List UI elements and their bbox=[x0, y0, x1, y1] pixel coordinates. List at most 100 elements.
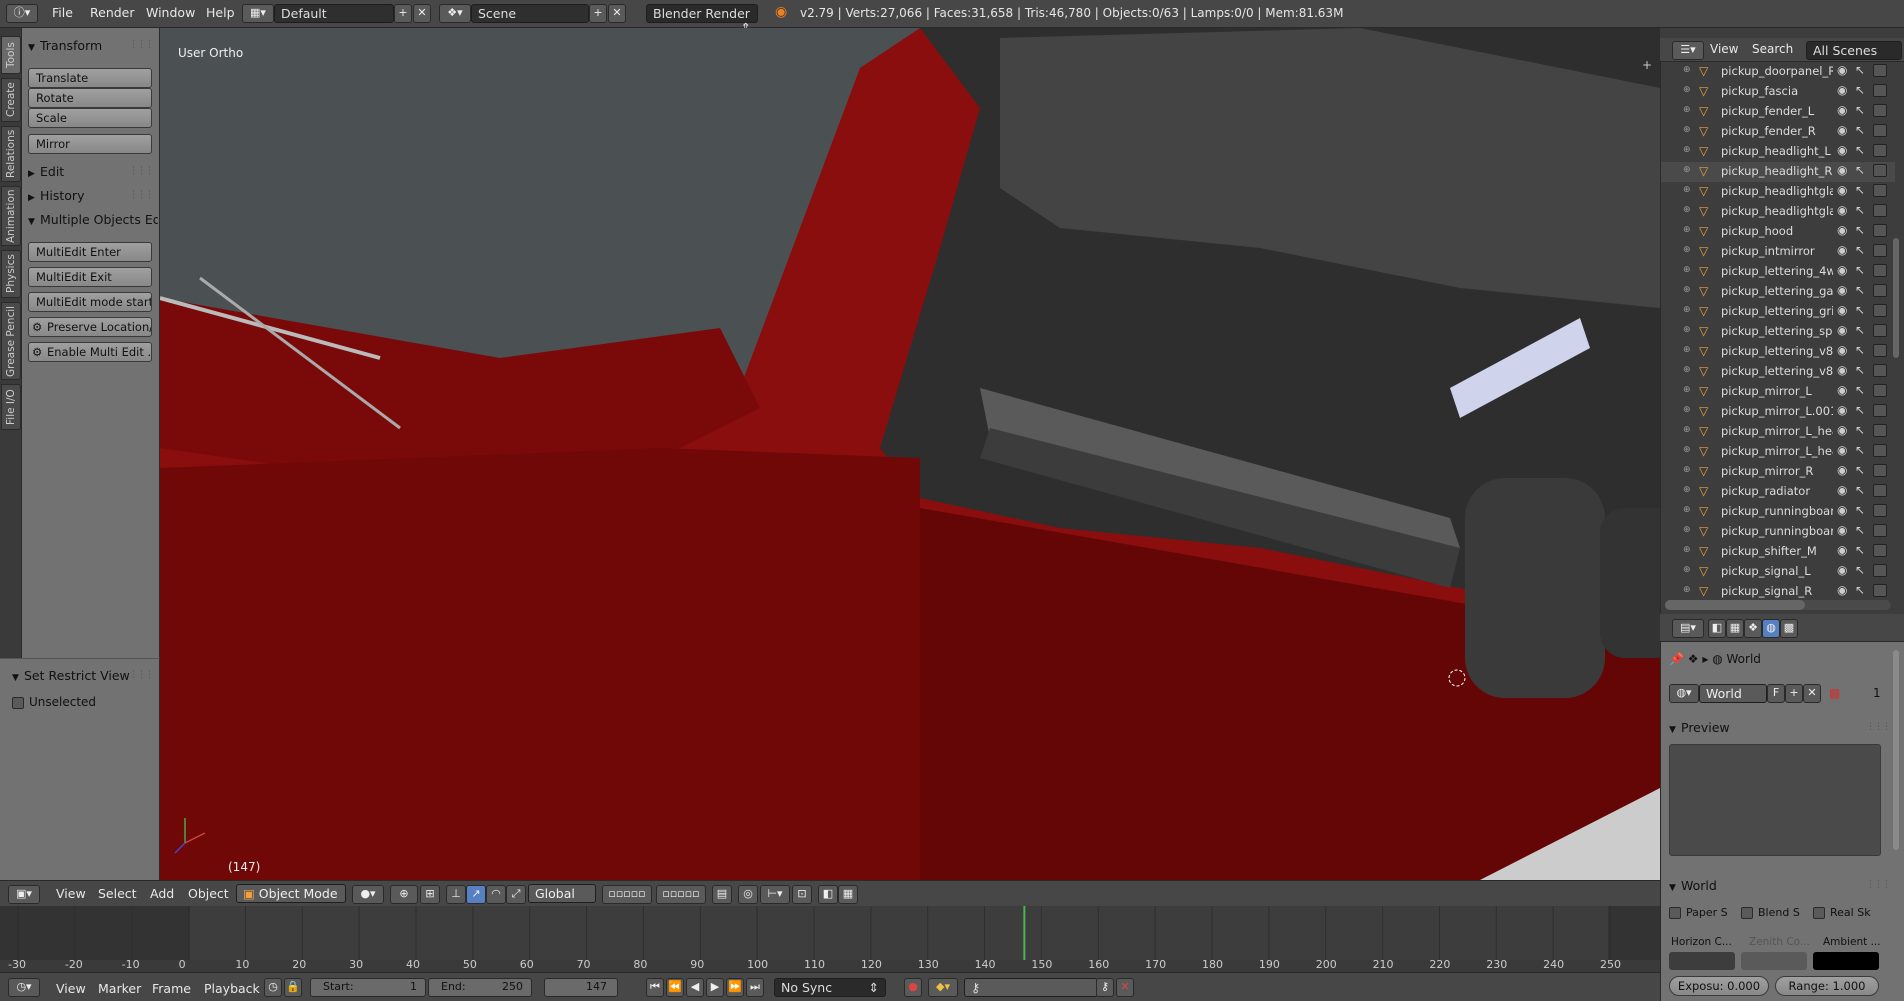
tab-relations[interactable]: Relations bbox=[1, 126, 21, 182]
overlay-button[interactable]: ⊞ bbox=[420, 885, 440, 904]
jump-end-button[interactable]: ⏭ bbox=[746, 978, 764, 997]
cursor-icon[interactable]: ↖ bbox=[1855, 523, 1865, 537]
fake-user-button[interactable]: F bbox=[1767, 684, 1785, 703]
outliner-item[interactable]: ⊕ ▽ pickup_lettering_v8_a ◉ ↖ bbox=[1661, 362, 1895, 382]
outliner-item-name[interactable]: pickup_mirror_L_heav bbox=[1721, 444, 1833, 458]
outliner-item[interactable]: ⊕ ▽ pickup_intmirror ◉ ↖ bbox=[1661, 242, 1895, 262]
expand-icon[interactable]: ⊕ bbox=[1683, 245, 1691, 255]
cursor-icon[interactable]: ↖ bbox=[1855, 303, 1865, 317]
outliner-item[interactable]: ⊕ ▽ pickup_lettering_grille ◉ ↖ bbox=[1661, 302, 1895, 322]
expand-icon[interactable]: ⊕ bbox=[1683, 585, 1691, 595]
expand-icon[interactable]: ⊕ bbox=[1683, 545, 1691, 555]
eye-icon[interactable]: ◉ bbox=[1837, 83, 1847, 97]
cursor-icon[interactable]: ↖ bbox=[1855, 463, 1865, 477]
camera-icon[interactable] bbox=[1873, 564, 1887, 577]
orientation-dropdown[interactable]: Global bbox=[528, 884, 596, 903]
rotate-manipulator[interactable]: ◠ bbox=[486, 885, 506, 904]
cursor-icon[interactable]: ↖ bbox=[1855, 203, 1865, 217]
cursor-icon[interactable]: ↖ bbox=[1855, 383, 1865, 397]
outliner-item[interactable]: ⊕ ▽ pickup_mirror_L_heav ◉ ↖ bbox=[1661, 422, 1895, 442]
camera-icon[interactable] bbox=[1873, 324, 1887, 337]
cursor-icon[interactable]: ↖ bbox=[1855, 103, 1865, 117]
vertical-scrollbar[interactable] bbox=[1893, 650, 1899, 850]
timeline-area[interactable] bbox=[0, 906, 1660, 960]
tab-grease-pencil[interactable]: Grease Pencil bbox=[1, 302, 21, 380]
render-still-button[interactable]: ◧ bbox=[818, 885, 838, 904]
translate-button[interactable]: Translate bbox=[28, 68, 152, 88]
outliner-item[interactable]: ⊕ ▽ pickup_radiator ◉ ↖ bbox=[1661, 482, 1895, 502]
ambient-color-swatch[interactable] bbox=[1813, 952, 1879, 970]
outliner-item-name[interactable]: pickup_radiator bbox=[1721, 484, 1833, 498]
cursor-icon[interactable]: ↖ bbox=[1855, 583, 1865, 597]
render-layers-tab[interactable]: ▦ bbox=[1726, 619, 1744, 638]
camera-icon[interactable] bbox=[1873, 444, 1887, 457]
plus-icon[interactable]: + bbox=[1642, 58, 1652, 72]
outliner-item[interactable]: ⊕ ▽ pickup_mirror_L.001 ◉ ↖ bbox=[1661, 402, 1895, 422]
layout-field[interactable]: Default bbox=[274, 4, 394, 23]
camera-icon[interactable] bbox=[1873, 144, 1887, 157]
outliner-item[interactable]: ⊕ ▽ pickup_hood ◉ ↖ bbox=[1661, 222, 1895, 242]
eye-icon[interactable]: ◉ bbox=[1837, 343, 1847, 357]
jump-keyframe-forward-button[interactable]: ⏩ bbox=[726, 978, 744, 997]
range-field[interactable]: Range: 1.000 bbox=[1775, 976, 1879, 996]
cursor-icon[interactable]: ↖ bbox=[1855, 483, 1865, 497]
scene-field[interactable]: Scene bbox=[471, 4, 589, 23]
tab-file-io[interactable]: File I/O bbox=[1, 384, 21, 430]
world-name-field[interactable]: World bbox=[1699, 684, 1767, 703]
camera-icon[interactable] bbox=[1873, 384, 1887, 397]
checkbox-box[interactable] bbox=[12, 696, 24, 709]
eye-icon[interactable]: ◉ bbox=[1837, 383, 1847, 397]
expand-icon[interactable]: ⊕ bbox=[1683, 105, 1691, 115]
cursor-icon[interactable]: ↖ bbox=[1855, 543, 1865, 557]
preserve-location-button[interactable]: ⚙ Preserve Location/... bbox=[28, 317, 152, 337]
outliner-item-name[interactable]: pickup_headlight_L bbox=[1721, 144, 1833, 158]
outliner-item[interactable]: ⊕ ▽ pickup_headlightglass ◉ ↖ bbox=[1661, 182, 1895, 202]
layers-grid-1[interactable]: ▫▫▫▫▫ bbox=[602, 885, 652, 904]
camera-icon[interactable] bbox=[1873, 304, 1887, 317]
lock-range-button[interactable]: 🔒 bbox=[284, 978, 302, 997]
unlink-world-button[interactable]: ✕ bbox=[1803, 684, 1821, 703]
outliner-item-name[interactable]: pickup_mirror_R bbox=[1721, 464, 1833, 478]
eye-icon[interactable]: ◉ bbox=[1837, 363, 1847, 377]
eye-icon[interactable]: ◉ bbox=[1837, 463, 1847, 477]
grip-icon[interactable]: ⋮⋮⋮ bbox=[129, 166, 154, 176]
menu-object[interactable]: Object bbox=[188, 886, 229, 901]
outliner-item-name[interactable]: pickup_lettering_v8 bbox=[1721, 344, 1833, 358]
multiedit-enter-button[interactable]: MultiEdit Enter bbox=[28, 242, 152, 262]
camera-icon[interactable] bbox=[1873, 484, 1887, 497]
preview-panel-header[interactable]: ▼ Preview bbox=[1669, 720, 1730, 735]
eye-icon[interactable]: ◉ bbox=[1837, 423, 1847, 437]
outliner-item-name[interactable]: pickup_doorpanel_RR bbox=[1721, 64, 1833, 78]
pivot-dropdown[interactable]: ⊕ bbox=[390, 885, 418, 904]
outliner-item-name[interactable]: pickup_headlightglass bbox=[1721, 204, 1833, 218]
expand-icon[interactable]: ⊕ bbox=[1683, 445, 1691, 455]
exposure-field[interactable]: Exposu: 0.000 bbox=[1669, 976, 1769, 996]
outliner-item[interactable]: ⊕ ▽ pickup_mirror_R ◉ ↖ bbox=[1661, 462, 1895, 482]
proportional-edit-button[interactable]: ◎ bbox=[738, 885, 758, 904]
outliner-item-name[interactable]: pickup_hood bbox=[1721, 224, 1833, 238]
outliner-item[interactable]: ⊕ ▽ pickup_mirror_L ◉ ↖ bbox=[1661, 382, 1895, 402]
checkbox-box[interactable] bbox=[1741, 907, 1753, 919]
cursor-icon[interactable]: ↖ bbox=[1855, 123, 1865, 137]
camera-icon[interactable] bbox=[1873, 404, 1887, 417]
render-anim-button[interactable]: ▦ bbox=[838, 885, 858, 904]
menu-render[interactable]: Render bbox=[90, 5, 135, 20]
outliner-item-name[interactable]: pickup_intmirror bbox=[1721, 244, 1833, 258]
menu-help[interactable]: Help bbox=[206, 5, 235, 20]
outliner-item-name[interactable]: pickup_headlightglass bbox=[1721, 184, 1833, 198]
render-engine-dropdown[interactable]: Blender Render⇕ bbox=[646, 4, 758, 35]
delete-keyframe-button[interactable]: ✕ bbox=[1116, 978, 1134, 997]
eye-icon[interactable]: ◉ bbox=[1837, 563, 1847, 577]
outliner-item-name[interactable]: pickup_fascia bbox=[1721, 84, 1833, 98]
mirror-button[interactable]: Mirror bbox=[28, 134, 152, 154]
camera-icon[interactable] bbox=[1873, 504, 1887, 517]
play-reverse-button[interactable]: ◀ bbox=[686, 978, 704, 997]
scrollbar-thumb[interactable] bbox=[1665, 600, 1805, 610]
layers-grid-2[interactable]: ▫▫▫▫▫ bbox=[656, 885, 706, 904]
outliner-item-name[interactable]: pickup_mirror_L_heav bbox=[1721, 424, 1833, 438]
cursor-icon[interactable]: ↖ bbox=[1855, 363, 1865, 377]
outliner-item-name[interactable]: pickup_runningboard bbox=[1721, 524, 1833, 538]
camera-icon[interactable] bbox=[1873, 544, 1887, 557]
menu-view[interactable]: View bbox=[56, 886, 86, 901]
cursor-icon[interactable]: ↖ bbox=[1855, 63, 1865, 77]
